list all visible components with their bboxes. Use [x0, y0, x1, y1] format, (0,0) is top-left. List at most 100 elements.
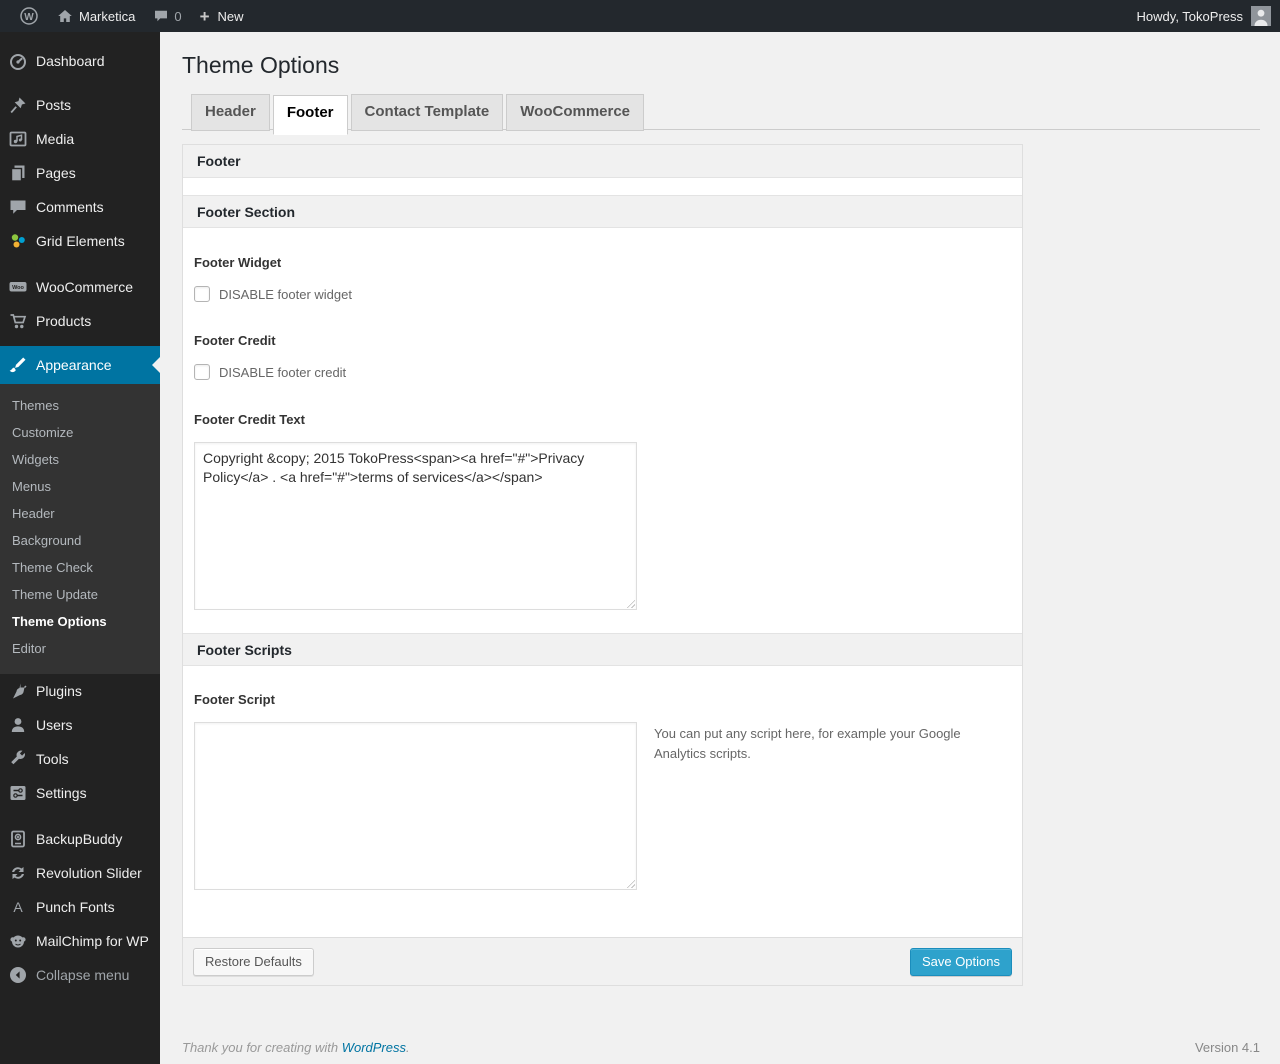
- sidebar-item-grid-elements[interactable]: Grid Elements: [0, 224, 160, 258]
- collapse-menu-button[interactable]: Collapse menu: [0, 958, 160, 992]
- sidebar-item-backupbuddy[interactable]: BackupBuddy: [0, 822, 160, 856]
- refresh-arrows-icon: [8, 863, 28, 883]
- admin-footer: Thank you for creating with WordPress. V…: [182, 1040, 1260, 1055]
- submenu-item-header[interactable]: Header: [0, 500, 160, 527]
- mailchimp-monkey-icon: [8, 931, 28, 951]
- footer-script-hint: You can put any script here, for example…: [654, 726, 961, 761]
- sidebar-item-punch-fonts[interactable]: A Punch Fonts: [0, 890, 160, 924]
- submenu-item-theme-check[interactable]: Theme Check: [0, 554, 160, 581]
- restore-defaults-button[interactable]: Restore Defaults: [193, 947, 314, 976]
- sidebar-item-label: Products: [36, 313, 92, 329]
- comment-count: 0: [174, 8, 182, 24]
- submenu-item-menus[interactable]: Menus: [0, 473, 160, 500]
- sidebar-item-label: Settings: [36, 785, 87, 801]
- sidebar-item-label: Users: [36, 717, 73, 733]
- footer-script-textarea[interactable]: [194, 722, 637, 890]
- sidebar-item-pages[interactable]: Pages: [0, 156, 160, 190]
- footer-widget-checkbox-row: DISABLE footer widget: [194, 286, 1011, 302]
- sidebar-item-media[interactable]: Media: [0, 122, 160, 156]
- paintbrush-icon: [8, 355, 28, 375]
- main-content: Theme Options Header Footer Contact Templa…: [160, 32, 1280, 1064]
- sidebar-item-revolution-slider[interactable]: Revolution Slider: [0, 856, 160, 890]
- disable-footer-credit-checkbox[interactable]: [194, 364, 210, 380]
- site-name-label: Marketica: [79, 8, 136, 24]
- user-avatar[interactable]: [1251, 6, 1271, 26]
- footer-scripts-body: Footer Script You can put any script her…: [183, 692, 1022, 937]
- footer-thanks-prefix: Thank you for creating with: [182, 1040, 342, 1055]
- tab-header[interactable]: Header: [191, 94, 270, 131]
- sidebar-item-comments[interactable]: Comments: [0, 190, 160, 224]
- footer-credit-text-label: Footer Credit Text: [194, 412, 305, 427]
- sidebar-item-users[interactable]: Users: [0, 708, 160, 742]
- sliders-icon: [8, 783, 28, 803]
- plug-icon: [8, 681, 28, 701]
- section-header-footer-section: Footer Section: [183, 195, 1022, 228]
- tab-footer[interactable]: Footer: [272, 95, 348, 135]
- panel-header-footer: Footer: [183, 145, 1022, 178]
- new-label: New: [217, 8, 244, 24]
- panel-gap: [183, 178, 1022, 195]
- footer-credit-label: Footer Credit: [194, 333, 276, 348]
- sidebar-item-label: Appearance: [36, 357, 112, 373]
- wordpress-logo-button[interactable]: W: [10, 0, 48, 32]
- footer-thanks-text: Thank you for creating with WordPress.: [182, 1040, 410, 1055]
- wordpress-logo-icon: W: [19, 6, 39, 26]
- sidebar-item-label: Grid Elements: [36, 233, 125, 249]
- svg-text:A: A: [13, 899, 23, 915]
- sidebar-item-label: BackupBuddy: [36, 831, 123, 847]
- plus-icon: +: [199, 6, 210, 26]
- submenu-item-customize[interactable]: Customize: [0, 419, 160, 446]
- sidebar-item-mailchimp[interactable]: MailChimp for WP: [0, 924, 160, 958]
- appearance-submenu: Themes Customize Widgets Menus Header Ba…: [0, 384, 160, 674]
- submenu-item-themes[interactable]: Themes: [0, 392, 160, 419]
- sidebar-item-products[interactable]: Products: [0, 304, 160, 338]
- submenu-item-theme-update[interactable]: Theme Update: [0, 581, 160, 608]
- new-content-menu[interactable]: + New: [191, 0, 253, 32]
- save-options-button[interactable]: Save Options: [909, 947, 1012, 976]
- svg-text:Woo: Woo: [12, 285, 24, 291]
- sidebar-item-label: Plugins: [36, 683, 82, 699]
- home-icon: [57, 8, 73, 24]
- sidebar-item-label: Pages: [36, 165, 76, 181]
- footer-credit-textarea[interactable]: Copyright &copy; 2015 TokoPress<span><a …: [194, 442, 637, 610]
- sidebar-item-label: WooCommerce: [36, 279, 133, 295]
- submenu-item-background[interactable]: Background: [0, 527, 160, 554]
- footer-script-label: Footer Script: [194, 692, 275, 707]
- submenu-item-widgets[interactable]: Widgets: [0, 446, 160, 473]
- sidebar-item-appearance[interactable]: Appearance: [0, 346, 160, 384]
- submenu-item-editor[interactable]: Editor: [0, 635, 160, 662]
- wordpress-link[interactable]: WordPress: [342, 1040, 406, 1055]
- sidebar-item-label: Punch Fonts: [36, 899, 115, 915]
- sidebar-item-dashboard[interactable]: Dashboard: [0, 44, 160, 78]
- footer-thanks-suffix: .: [406, 1040, 410, 1055]
- tab-contact-template[interactable]: Contact Template: [350, 94, 504, 131]
- howdy-account-menu[interactable]: Howdy, TokoPress: [1137, 9, 1243, 24]
- wrench-icon: [8, 749, 28, 769]
- comments-menu[interactable]: 0: [144, 0, 190, 32]
- sidebar-item-settings[interactable]: Settings: [0, 776, 160, 810]
- admin-sidebar: Dashboard Posts Media Pages Comments Gri…: [0, 32, 160, 1064]
- sidebar-item-label: MailChimp for WP: [36, 933, 149, 949]
- collapse-menu-label: Collapse menu: [36, 967, 130, 983]
- sidebar-item-woocommerce[interactable]: Woo WooCommerce: [0, 270, 160, 304]
- sidebar-item-label: Media: [36, 131, 75, 147]
- sidebar-item-posts[interactable]: Posts: [0, 88, 160, 122]
- site-name-menu[interactable]: Marketica: [48, 0, 144, 32]
- disable-footer-widget-checkbox[interactable]: [194, 286, 210, 302]
- media-icon: [8, 129, 28, 149]
- version-text: Version 4.1: [1194, 1040, 1260, 1055]
- page-title: Theme Options: [182, 52, 340, 78]
- sidebar-item-label: Dashboard: [36, 53, 105, 69]
- dashboard-gauge-icon: [8, 51, 28, 71]
- disable-footer-widget-checkbox-label[interactable]: DISABLE footer widget: [219, 287, 352, 302]
- pushpin-icon: [8, 95, 28, 115]
- submenu-item-theme-options[interactable]: Theme Options: [0, 608, 160, 635]
- disable-footer-credit-checkbox-label[interactable]: DISABLE footer credit: [219, 365, 346, 380]
- tab-woocommerce[interactable]: WooCommerce: [506, 94, 645, 131]
- svg-text:W: W: [24, 12, 34, 23]
- sidebar-item-plugins[interactable]: Plugins: [0, 674, 160, 708]
- comment-bubble-icon: [153, 8, 169, 24]
- sidebar-item-tools[interactable]: Tools: [0, 742, 160, 776]
- admin-bar: W Marketica 0 + New Howdy, TokoPress: [0, 0, 1280, 32]
- pages-icon: [8, 163, 28, 183]
